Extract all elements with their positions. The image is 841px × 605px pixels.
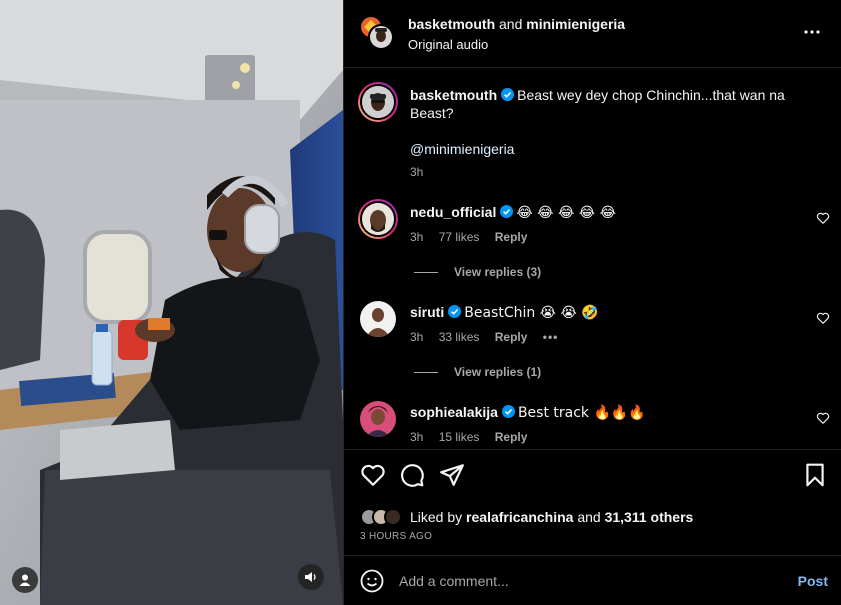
avatar bbox=[361, 17, 394, 50]
post-header: basketmouth and minimienigeria Original … bbox=[344, 0, 841, 68]
comment-username[interactable]: sophiealakija bbox=[410, 404, 498, 420]
airplane-cabin-photo bbox=[0, 0, 343, 605]
avatar bbox=[360, 401, 396, 437]
liked-by-joiner: and bbox=[577, 509, 601, 525]
more-horizontal-icon bbox=[804, 30, 820, 34]
view-replies-label: View replies (3) bbox=[454, 265, 542, 279]
avatar bbox=[384, 508, 402, 526]
caption-meta: 3h bbox=[410, 165, 435, 179]
caption-username[interactable]: basketmouth bbox=[410, 87, 497, 103]
comment-likes[interactable]: 15 likes bbox=[439, 430, 480, 444]
comments-list[interactable]: basketmouth Beast wey dey chop Chinchin..… bbox=[344, 69, 841, 448]
comment-body: 😂 😂 😂 😂 😂 bbox=[516, 205, 616, 221]
add-comment-bar: Post bbox=[344, 555, 841, 605]
post-actions: Liked by realafricanchina and 31,311 oth… bbox=[344, 449, 841, 554]
collab-avatars[interactable] bbox=[360, 16, 394, 50]
caption-avatar[interactable] bbox=[358, 82, 398, 122]
liker-avatars bbox=[360, 508, 402, 526]
comment-likes[interactable]: 33 likes bbox=[439, 330, 480, 344]
verified-badge-icon bbox=[501, 405, 515, 418]
reply-button[interactable]: Reply bbox=[495, 230, 528, 244]
comment-avatar[interactable] bbox=[360, 301, 396, 337]
post-media-video[interactable] bbox=[0, 0, 343, 605]
comment-input[interactable] bbox=[399, 573, 779, 589]
comment-text: siruti BeastChin 😭 😭 🤣 bbox=[410, 303, 599, 322]
reply-button[interactable]: Reply bbox=[495, 330, 528, 344]
reply-button[interactable]: Reply bbox=[495, 430, 528, 444]
post-timestamp[interactable]: 3 HOURS AGO bbox=[360, 531, 432, 542]
post-comment-button[interactable]: Post bbox=[798, 573, 828, 589]
comment-text: nedu_official 😂 😂 😂 😂 😂 bbox=[410, 203, 616, 222]
heart-icon[interactable] bbox=[360, 462, 386, 488]
speaker-icon bbox=[305, 572, 316, 582]
header-joiner: and bbox=[499, 16, 523, 32]
avatar bbox=[362, 203, 394, 235]
divider-line bbox=[414, 371, 438, 373]
avatar bbox=[360, 301, 396, 337]
mute-button[interactable] bbox=[298, 564, 324, 590]
verified-badge-icon bbox=[448, 305, 462, 318]
like-comment-heart-icon[interactable] bbox=[816, 411, 830, 425]
share-send-icon[interactable] bbox=[439, 462, 465, 488]
like-comment-heart-icon[interactable] bbox=[816, 211, 830, 225]
avatar bbox=[362, 86, 394, 118]
divider-line bbox=[414, 271, 438, 273]
comment-time: 3h bbox=[410, 230, 424, 244]
more-options-button[interactable] bbox=[802, 22, 822, 42]
comment-icon[interactable] bbox=[399, 462, 425, 488]
caption-time: 3h bbox=[410, 165, 424, 179]
header-username-2[interactable]: minimienigeria bbox=[526, 16, 625, 32]
caption-mention[interactable]: @minimienigeria bbox=[410, 140, 514, 158]
post-details-panel: basketmouth and minimienigeria Original … bbox=[343, 0, 841, 605]
like-comment-heart-icon[interactable] bbox=[816, 311, 830, 325]
collab-usernames: basketmouth and minimienigeria bbox=[408, 16, 625, 32]
comment-likes[interactable]: 77 likes bbox=[439, 230, 480, 244]
view-replies-label: View replies (1) bbox=[454, 365, 542, 379]
verified-badge-icon bbox=[500, 205, 514, 218]
emoji-icon[interactable] bbox=[360, 569, 384, 593]
audio-label[interactable]: Original audio bbox=[408, 37, 488, 52]
liked-by-others[interactable]: 31,311 others bbox=[605, 509, 694, 525]
bookmark-icon[interactable] bbox=[802, 462, 828, 488]
liked-by-user[interactable]: realafricanchina bbox=[466, 509, 573, 525]
comment-meta: 3h 15 likes Reply bbox=[410, 430, 539, 444]
comment-username[interactable]: nedu_official bbox=[410, 204, 496, 220]
likes-summary[interactable]: Liked by realafricanchina and 31,311 oth… bbox=[360, 508, 693, 526]
comment-body: Best track 🔥🔥🔥 bbox=[517, 405, 646, 421]
comment-time: 3h bbox=[410, 330, 424, 344]
verified-badge-icon bbox=[501, 88, 515, 101]
comment-time: 3h bbox=[410, 430, 424, 444]
view-replies-button[interactable]: View replies (1) bbox=[414, 365, 541, 379]
caption-text: basketmouth Beast wey dey chop Chinchin..… bbox=[410, 86, 810, 122]
header-username-1[interactable]: basketmouth bbox=[408, 16, 495, 32]
comment-text: sophiealakija Best track 🔥🔥🔥 bbox=[410, 403, 646, 422]
comment-avatar[interactable] bbox=[358, 199, 398, 239]
liked-by-prefix: Liked by bbox=[410, 509, 463, 525]
comment-body: BeastChin 😭 😭 🤣 bbox=[464, 305, 599, 321]
comment-meta: 3h 77 likes Reply bbox=[410, 230, 539, 244]
comment-username[interactable]: siruti bbox=[410, 304, 444, 320]
comment-meta: 3h 33 likes Reply ••• bbox=[410, 330, 570, 344]
comment-options-icon[interactable]: ••• bbox=[543, 330, 559, 344]
comment-avatar[interactable] bbox=[360, 401, 396, 437]
view-replies-button[interactable]: View replies (3) bbox=[414, 265, 541, 279]
user-icon bbox=[19, 574, 31, 586]
tagged-users-button[interactable] bbox=[12, 567, 38, 593]
